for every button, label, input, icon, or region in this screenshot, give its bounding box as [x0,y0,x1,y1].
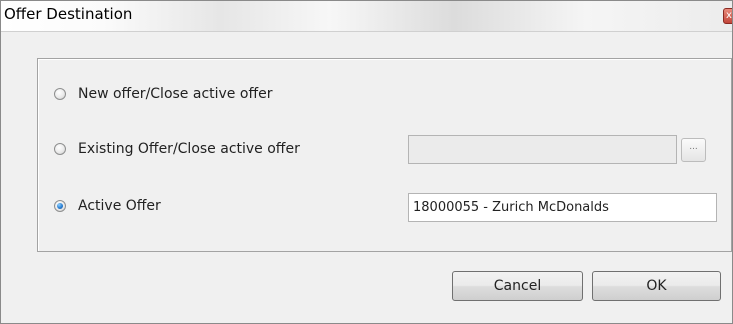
existing-offer-field[interactable] [408,135,677,164]
ok-button[interactable]: OK [592,271,721,301]
active-offer-radio[interactable] [54,200,66,212]
cancel-button[interactable]: Cancel [452,271,583,301]
active-offer-field[interactable]: 18000055 - Zurich McDonalds [408,193,717,222]
title-bar[interactable]: Offer Destination x [1,1,732,32]
offer-destination-dialog: Offer Destination x New offer/Close acti… [0,0,733,324]
option-existing-offer[interactable]: Existing Offer/Close active offer [54,139,300,159]
browse-button[interactable]: ... [681,138,706,162]
new-offer-label[interactable]: New offer/Close active offer [78,86,272,102]
option-active-offer[interactable]: Active Offer [54,196,161,216]
window-title: Offer Destination [4,5,133,23]
new-offer-radio[interactable] [54,88,66,100]
radio-selected-dot [57,203,63,209]
close-button[interactable]: x [723,8,732,24]
close-icon: x [726,10,732,21]
active-offer-label[interactable]: Active Offer [78,198,161,214]
existing-offer-radio[interactable] [54,143,66,155]
option-new-offer[interactable]: New offer/Close active offer [54,84,272,104]
existing-offer-label[interactable]: Existing Offer/Close active offer [78,141,300,157]
